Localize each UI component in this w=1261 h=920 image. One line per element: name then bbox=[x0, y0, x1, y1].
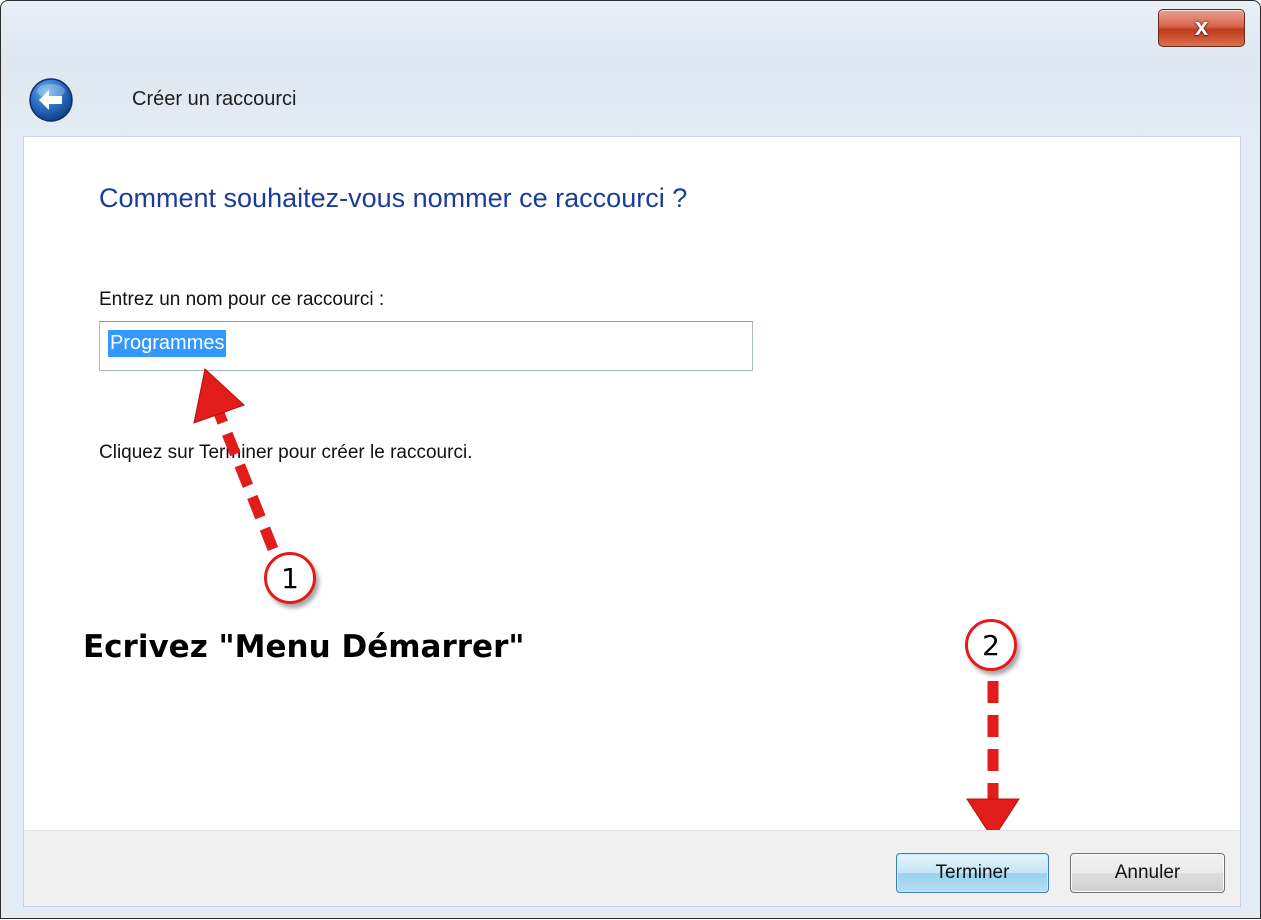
button-bar bbox=[23, 830, 1241, 907]
window-title: Créer un raccourci bbox=[132, 88, 297, 110]
content-panel bbox=[23, 136, 1241, 830]
step-1-badge: 1 bbox=[264, 552, 316, 604]
step-1-instruction: Ecrivez "Menu Démarrer" bbox=[83, 629, 525, 665]
finish-button[interactable]: Terminer bbox=[896, 853, 1049, 893]
cancel-button[interactable]: Annuler bbox=[1070, 853, 1225, 893]
wizard-window: x Créer un raccourci Comment souhaitez-v… bbox=[0, 0, 1261, 919]
close-button[interactable]: x bbox=[1158, 9, 1245, 47]
step-2-badge: 2 bbox=[965, 619, 1017, 671]
back-button[interactable] bbox=[28, 77, 74, 123]
shortcut-name-input[interactable]: Programmes bbox=[99, 321, 753, 371]
close-icon: x bbox=[1194, 14, 1209, 41]
name-field-label: Entrez un nom pour ce raccourci : bbox=[99, 289, 385, 310]
shortcut-name-value: Programmes bbox=[108, 330, 227, 357]
finish-hint: Cliquez sur Terminer pour créer le racco… bbox=[99, 442, 473, 463]
page-heading: Comment souhaitez-vous nommer ce raccour… bbox=[99, 183, 688, 213]
back-arrow-icon bbox=[29, 78, 73, 122]
